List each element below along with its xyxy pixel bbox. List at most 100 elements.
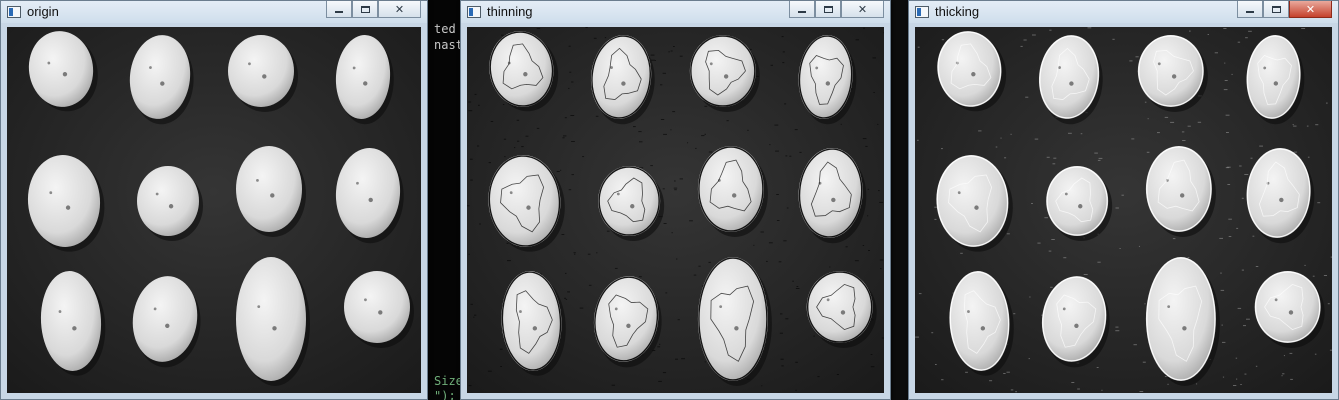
- noise-speck: [1329, 349, 1332, 351]
- noise-speck: [1170, 121, 1175, 123]
- noise-speck: [780, 313, 783, 315]
- noise-speck: [1025, 96, 1029, 98]
- window-thicking[interactable]: thicking ✕: [908, 0, 1339, 400]
- noise-speck: [514, 147, 516, 149]
- minimize-button[interactable]: [789, 1, 815, 18]
- noise-speck: [1283, 355, 1285, 357]
- close-button[interactable]: ✕: [378, 1, 421, 18]
- maximize-button[interactable]: [1263, 1, 1289, 18]
- noise-speck: [915, 336, 919, 338]
- potato-spot: [1288, 310, 1294, 315]
- potato-spot: [1167, 305, 1171, 308]
- noise-speck: [783, 240, 787, 242]
- noise-speck: [768, 242, 773, 244]
- noise-speck: [698, 265, 701, 267]
- noise-speck: [774, 124, 779, 126]
- noise-speck: [611, 384, 615, 386]
- noise-speck: [786, 207, 789, 209]
- noise-speck: [935, 364, 937, 365]
- noise-speck: [766, 260, 768, 262]
- maximize-icon: [360, 5, 370, 13]
- noise-speck: [1241, 269, 1244, 271]
- noise-speck: [674, 180, 676, 182]
- noise-speck: [782, 51, 785, 53]
- noise-speck: [1068, 132, 1072, 134]
- noise-speck: [588, 284, 592, 286]
- noise-speck: [1187, 257, 1190, 258]
- noise-speck: [1000, 137, 1002, 139]
- noise-speck: [673, 187, 678, 189]
- noise-speck: [662, 188, 665, 190]
- noise-speck: [761, 385, 763, 387]
- noise-speck: [657, 346, 661, 348]
- potato-body: [344, 271, 410, 343]
- noise-speck: [470, 303, 473, 305]
- noise-speck: [1236, 227, 1239, 229]
- noise-speck: [487, 370, 492, 372]
- noise-speck: [1248, 30, 1252, 32]
- window-titlebar[interactable]: thinning ✕: [461, 1, 890, 23]
- noise-speck: [1236, 378, 1238, 380]
- potato-image: [467, 27, 884, 393]
- noise-speck: [1226, 166, 1231, 168]
- minimize-button[interactable]: [326, 1, 352, 18]
- noise-speck: [1233, 385, 1237, 386]
- noise-speck: [579, 307, 584, 309]
- noise-speck: [517, 140, 520, 142]
- noise-speck: [1142, 361, 1146, 363]
- noise-speck: [1077, 388, 1080, 390]
- console-line-3: Size: [434, 374, 463, 388]
- noise-speck: [779, 332, 783, 334]
- noise-speck: [662, 372, 667, 374]
- noise-speck: [1259, 145, 1263, 147]
- noise-speck: [872, 57, 876, 59]
- potato-body: [1137, 35, 1204, 107]
- noise-speck: [701, 135, 705, 137]
- minimize-button[interactable]: [1237, 1, 1263, 18]
- potato-spot: [364, 298, 367, 302]
- noise-speck: [1172, 238, 1176, 240]
- window-titlebar[interactable]: origin ✕: [1, 1, 427, 23]
- noise-speck: [633, 126, 636, 128]
- noise-speck: [704, 361, 706, 363]
- potato-spot: [709, 62, 713, 66]
- noise-speck: [995, 146, 998, 148]
- noise-speck: [1226, 132, 1229, 133]
- potato-body: [236, 257, 306, 381]
- noise-speck: [1131, 138, 1135, 140]
- noise-speck: [468, 110, 473, 112]
- noise-speck: [941, 39, 945, 41]
- noise-speck: [1020, 45, 1023, 47]
- noise-speck: [880, 268, 882, 270]
- noise-speck: [672, 111, 676, 113]
- window-thinning[interactable]: thinning ✕: [460, 0, 891, 400]
- noise-speck: [689, 220, 693, 222]
- maximize-button[interactable]: [352, 1, 378, 18]
- noise-speck: [567, 291, 570, 293]
- maximize-button[interactable]: [815, 1, 841, 18]
- noise-speck: [780, 358, 784, 360]
- noise-speck: [662, 72, 666, 74]
- close-icon: ✕: [394, 3, 405, 16]
- noise-speck: [782, 62, 785, 64]
- minimize-icon: [1246, 10, 1254, 13]
- noise-speck: [525, 135, 529, 137]
- close-button[interactable]: ✕: [841, 1, 884, 18]
- noise-speck: [978, 130, 982, 132]
- potato-spot: [1078, 204, 1083, 209]
- noise-speck: [870, 366, 875, 368]
- window-origin[interactable]: origin ✕: [0, 0, 428, 400]
- noise-speck: [799, 151, 802, 153]
- noise-speck: [1138, 245, 1140, 247]
- noise-speck: [840, 123, 842, 125]
- noise-speck: [1006, 233, 1010, 235]
- noise-speck: [1235, 357, 1238, 359]
- close-button[interactable]: ✕: [1289, 1, 1332, 18]
- window-titlebar[interactable]: thicking ✕: [909, 1, 1338, 23]
- noise-speck: [660, 119, 665, 120]
- noise-speck: [561, 234, 565, 235]
- noise-speck: [674, 189, 677, 191]
- noise-speck: [1237, 41, 1241, 43]
- noise-speck: [1013, 313, 1016, 315]
- window-controls: ✕: [1237, 1, 1332, 18]
